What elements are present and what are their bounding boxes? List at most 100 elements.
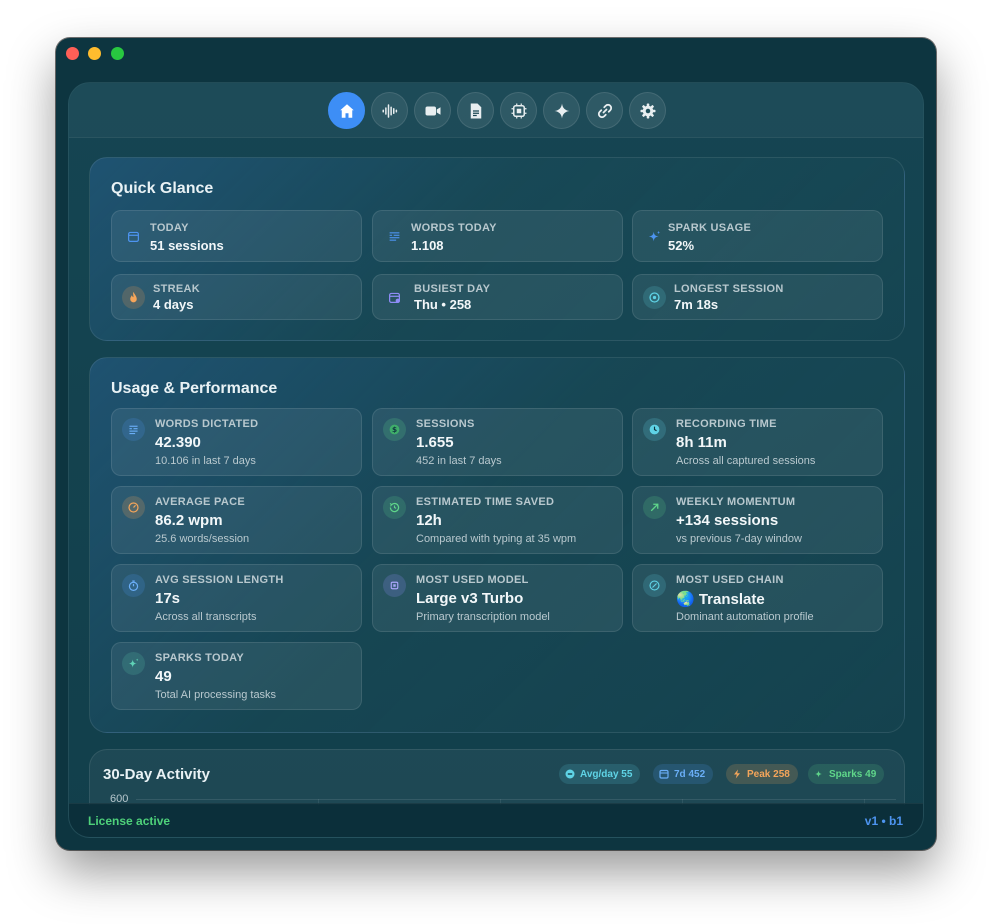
card-subtitle: Dominant automation profile xyxy=(676,611,814,623)
card-subtitle: 452 in last 7 days xyxy=(416,455,502,467)
avg-per-day-pill: Avg/day 55 xyxy=(559,764,641,784)
dashboard-scroll-area[interactable]: Quick Glance TODAY 51 sessions WORDS TOD… xyxy=(69,139,923,805)
card-label: RECORDING TIME xyxy=(676,418,777,430)
pill-text: 7d 452 xyxy=(674,768,706,780)
card-label: MOST USED MODEL xyxy=(416,574,529,586)
quick-glance-title: Quick Glance xyxy=(111,180,214,197)
card-value: 12h xyxy=(416,512,442,529)
card-label: ESTIMATED TIME SAVED xyxy=(416,496,555,508)
chip-icon xyxy=(511,103,526,118)
card-label: BUSIEST DAY xyxy=(414,283,491,295)
card-value: 1.108 xyxy=(411,238,444,253)
card-value: 17s xyxy=(155,590,181,607)
card-value: +134 sessions xyxy=(676,512,779,529)
license-status: License active xyxy=(88,814,171,828)
calendar-icon xyxy=(122,225,145,248)
activity-title: 30-Day Activity xyxy=(103,766,210,783)
card-value: 1.655 xyxy=(416,434,454,451)
flame-icon xyxy=(122,286,145,309)
card-label: AVG SESSION LENGTH xyxy=(155,574,284,586)
spark-usage-card: SPARK USAGE 52% xyxy=(632,210,883,262)
card-value: Large v3 Turbo xyxy=(416,590,524,607)
card-label: SPARKS TODAY xyxy=(155,652,244,664)
card-value: 86.2 wpm xyxy=(155,512,223,529)
link-icon xyxy=(597,103,612,118)
waveform-icon xyxy=(382,103,397,118)
status-footer: License active v1 • b1 xyxy=(69,803,923,837)
timer-icon xyxy=(122,574,145,597)
card-subtitle: Across all captured sessions xyxy=(676,455,816,467)
svg-text:$: $ xyxy=(392,425,397,434)
zoom-window-button[interactable] xyxy=(111,47,124,60)
card-subtitle: 25.6 words/session xyxy=(155,533,250,545)
card-label: WEEKLY MOMENTUM xyxy=(676,496,796,508)
card-subtitle: 10.106 in last 7 days xyxy=(155,455,256,467)
app-window: Quick Glance TODAY 51 sessions WORDS TOD… xyxy=(56,38,936,850)
card-label: LONGEST SESSION xyxy=(674,283,784,295)
calendar-icon xyxy=(659,769,669,779)
card-subtitle: Compared with typing at 35 wpm xyxy=(416,533,577,545)
pill-text: Peak 258 xyxy=(747,768,790,780)
average-pace-card: AVERAGE PACE 86.2 wpm 25.6 words/session xyxy=(111,486,362,554)
weekly-momentum-card: WEEKLY MOMENTUM +134 sessions vs previou… xyxy=(632,486,883,554)
card-value: 🌏 Translate xyxy=(676,591,765,608)
card-subtitle: Primary transcription model xyxy=(416,611,550,623)
document-tab-button[interactable] xyxy=(457,92,494,129)
history-icon xyxy=(383,496,406,519)
card-subtitle: Total AI processing tasks xyxy=(155,689,277,701)
stopwatch-icon xyxy=(643,286,666,309)
text-lines-icon xyxy=(122,418,145,441)
card-value: 7m 18s xyxy=(674,297,719,312)
streak-card: STREAK 4 days xyxy=(111,274,362,320)
calendar-badge-icon xyxy=(383,286,406,309)
video-icon xyxy=(425,106,440,115)
sparkle-icon xyxy=(643,225,666,248)
activity-panel: 30-Day Activity Avg/day 55 7d 452 Peak 2… xyxy=(89,749,905,805)
video-tab-button[interactable] xyxy=(414,92,451,129)
today-card: TODAY 51 sessions xyxy=(111,210,362,262)
home-icon xyxy=(339,103,354,118)
models-tab-button[interactable] xyxy=(500,92,537,129)
estimated-time-saved-card: ESTIMATED TIME SAVED 12h Compared with t… xyxy=(372,486,623,554)
usage-performance-panel: Usage & Performance WORDS DICTATED 42.39… xyxy=(89,357,905,733)
avg-session-length-card: AVG SESSION LENGTH 17s Across all transc… xyxy=(111,564,362,632)
sparks-pill: Sparks 49 xyxy=(808,764,885,784)
longest-session-card: LONGEST SESSION 7m 18s xyxy=(632,274,883,320)
card-label: MOST USED CHAIN xyxy=(676,574,784,586)
card-label: WORDS DICTATED xyxy=(155,418,259,430)
chains-tab-button[interactable] xyxy=(586,92,623,129)
sparks-tab-button[interactable] xyxy=(543,92,580,129)
version-label: v1 • b1 xyxy=(864,814,903,828)
pill-text: Sparks 49 xyxy=(829,768,877,780)
dollar-icon: $ xyxy=(383,418,406,441)
card-value: 52% xyxy=(668,238,695,253)
seven-day-pill: 7d 452 xyxy=(653,764,714,784)
compass-icon xyxy=(643,574,666,597)
card-label: WORDS TODAY xyxy=(411,222,497,234)
card-label: SPARK USAGE xyxy=(668,222,752,234)
card-value: 4 days xyxy=(153,297,194,312)
card-value: 51 sessions xyxy=(150,238,224,253)
quick-glance-panel: Quick Glance TODAY 51 sessions WORDS TOD… xyxy=(89,157,905,341)
peak-pill: Peak 258 xyxy=(726,764,798,784)
settings-tab-button[interactable] xyxy=(629,92,666,129)
card-label: SESSIONS xyxy=(416,418,475,430)
toolbar xyxy=(69,83,923,138)
card-value: Thu • 258 xyxy=(414,297,472,312)
document-icon xyxy=(470,103,481,118)
sparks-today-card: SPARKS TODAY 49 Total AI processing task… xyxy=(111,642,362,710)
chart-gridline xyxy=(136,799,896,800)
card-value: 8h 11m xyxy=(676,434,727,451)
busiest-day-card: BUSIEST DAY Thu • 258 xyxy=(372,274,623,320)
card-label: AVERAGE PACE xyxy=(155,496,245,508)
sparkle-icon xyxy=(122,652,145,675)
home-tab-button[interactable] xyxy=(328,92,365,129)
card-value: 42.390 xyxy=(155,434,201,451)
minimize-window-button[interactable] xyxy=(88,47,101,60)
clock-icon xyxy=(643,418,666,441)
gear-icon xyxy=(640,103,655,118)
text-lines-icon xyxy=(383,225,406,248)
sessions-card: $ SESSIONS 1.655 452 in last 7 days xyxy=(372,408,623,476)
close-window-button[interactable] xyxy=(66,47,79,60)
audio-tab-button[interactable] xyxy=(371,92,408,129)
